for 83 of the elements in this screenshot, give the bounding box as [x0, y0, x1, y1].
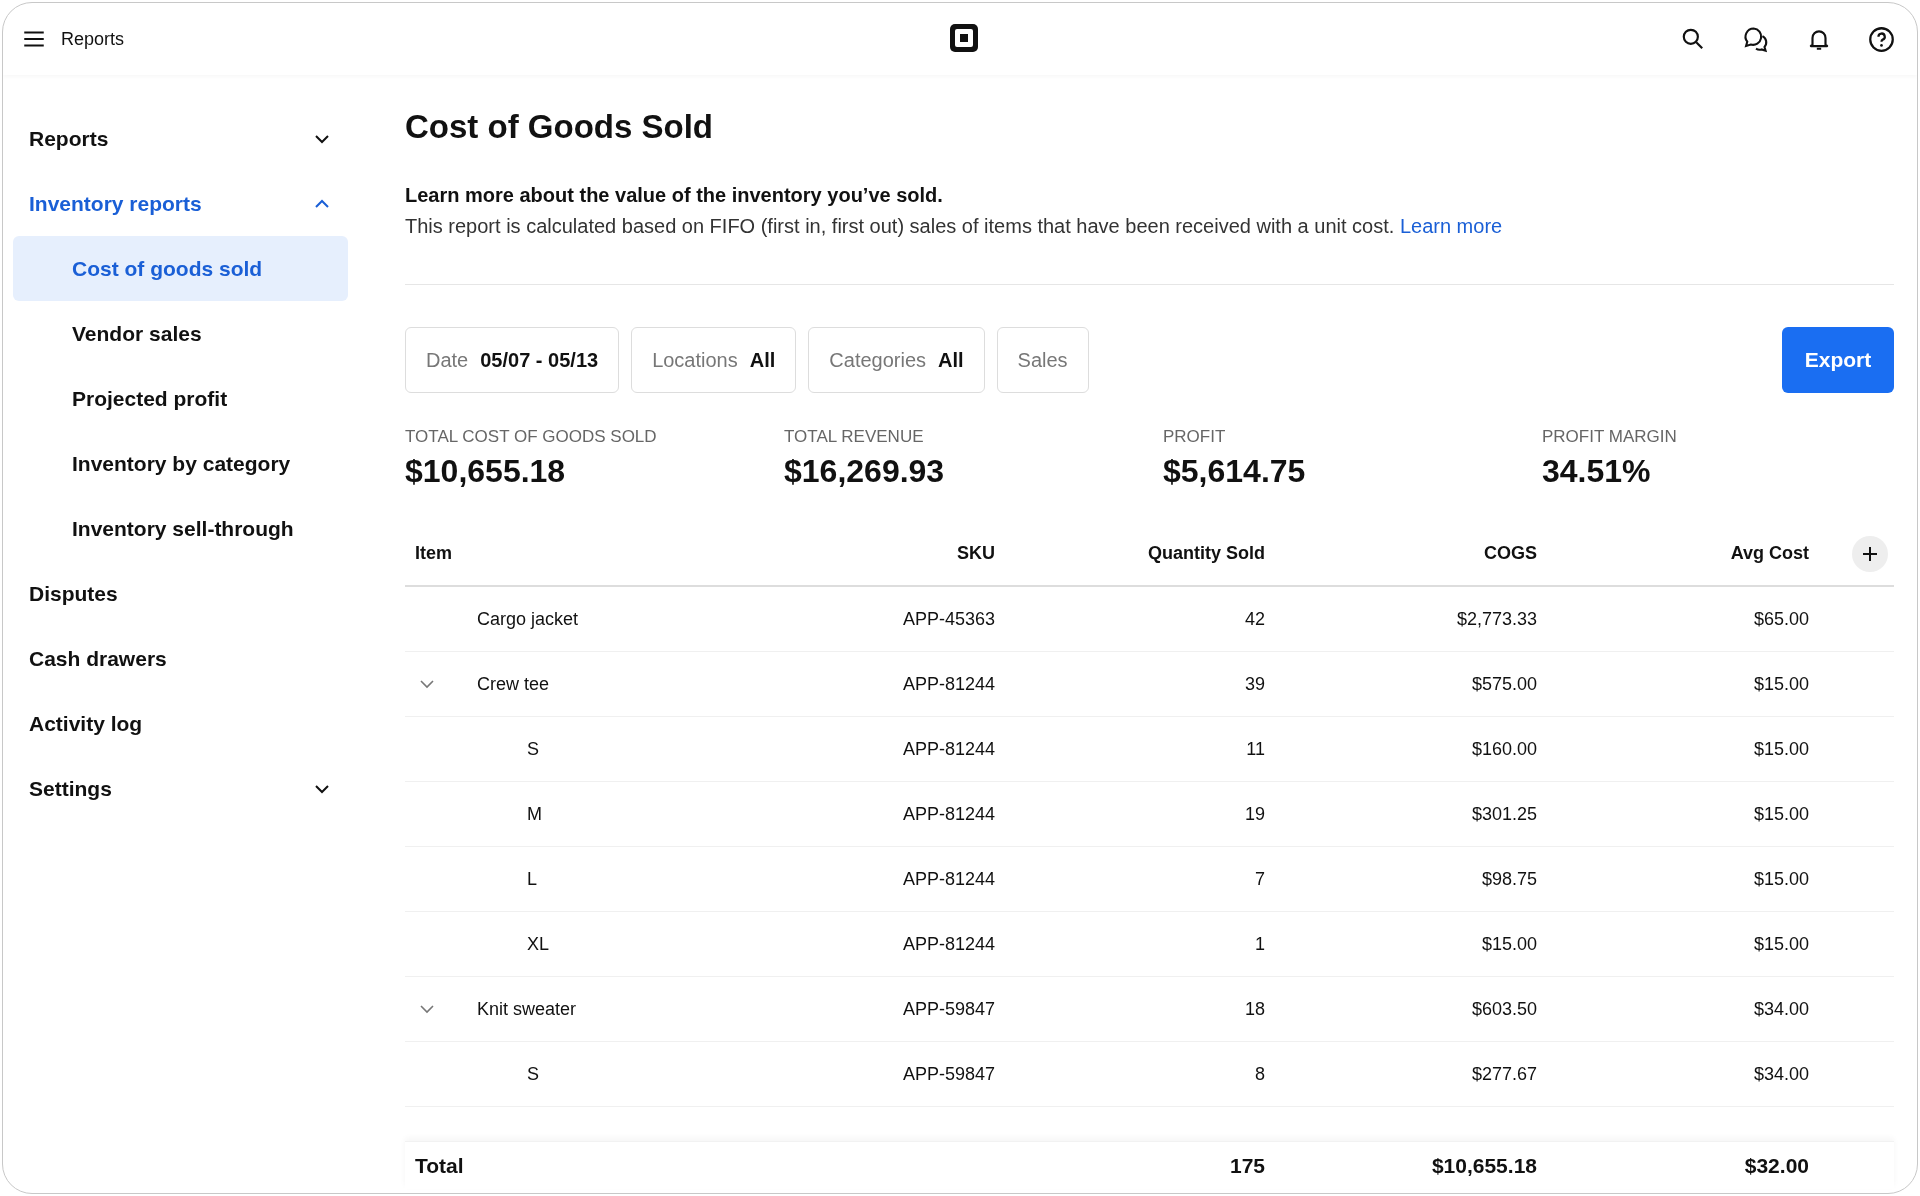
table-cell: $15.00 — [1753, 803, 1809, 824]
table-cell: $2,773.33 — [1456, 608, 1537, 629]
nav-subitem[interactable]: Cost of goods sold — [13, 236, 348, 301]
app-title: Reports — [61, 28, 125, 50]
table-cell: APP-81244 — [902, 738, 995, 759]
nav-item[interactable]: Disputes — [13, 561, 348, 626]
nav-item[interactable]: Inventory reports — [13, 171, 348, 236]
table-cell: 18 — [1244, 998, 1265, 1019]
nav-item[interactable]: Activity log — [13, 691, 348, 756]
table-cell: $15.00 — [1753, 738, 1809, 759]
total-cell: 175 — [1229, 1153, 1265, 1177]
total-label: Total — [415, 1153, 464, 1177]
table-cell: S — [527, 738, 539, 760]
search-icon[interactable] — [1680, 26, 1706, 52]
table-cell: APP-45363 — [902, 608, 995, 629]
table-cell: Cargo jacket — [477, 608, 579, 630]
stat-label: PROFIT MARGIN — [1542, 427, 1678, 447]
table-cell: $15.00 — [1753, 673, 1809, 694]
table-cell: 42 — [1244, 608, 1265, 629]
filter-button[interactable]: Locations All — [631, 327, 797, 393]
table-cell: $98.75 — [1481, 868, 1537, 889]
table-cell: $34.00 — [1753, 1063, 1809, 1084]
table-cell: APP-81244 — [902, 803, 995, 824]
total-cell: $10,655.18 — [1431, 1153, 1537, 1177]
table-cell: M — [527, 803, 542, 825]
table-cell: Knit sweater — [477, 998, 577, 1020]
help-icon[interactable] — [1868, 25, 1895, 53]
stat-value: $16,269.93 — [784, 453, 946, 490]
table-cell: $575.00 — [1471, 673, 1537, 694]
table-cell: APP-81244 — [902, 933, 995, 954]
table-cell: $277.67 — [1471, 1063, 1537, 1084]
intro-text: Learn more about the value of the inventory you’ve sold. — [405, 184, 944, 207]
table-cell: $15.00 — [1481, 933, 1537, 954]
filter-button[interactable]: Categories All — [808, 327, 985, 393]
nav-subitem[interactable]: Inventory by category — [13, 431, 348, 496]
table-cell: $603.50 — [1471, 998, 1537, 1019]
export-button[interactable]: Export — [1782, 327, 1894, 393]
nav-item[interactable]: Reports — [13, 106, 348, 171]
stat-label: PROFIT — [1163, 427, 1227, 447]
column-header: COGS — [1483, 543, 1537, 564]
total-cell: $32.00 — [1744, 1153, 1809, 1177]
table-cell: 7 — [1255, 868, 1265, 889]
table-cell: $34.00 — [1753, 998, 1809, 1019]
column-header: Avg Cost — [1729, 543, 1809, 564]
table-cell: APP-81244 — [902, 868, 995, 889]
table-cell: 11 — [1246, 738, 1265, 759]
page-title: Cost of Goods Sold — [405, 108, 714, 147]
table-cell: $15.00 — [1753, 868, 1809, 889]
column-header: Quantity Sold — [1147, 543, 1265, 564]
add-column-button[interactable] — [1852, 535, 1888, 572]
table-cell: 39 — [1244, 673, 1265, 694]
logo-icon[interactable] — [948, 22, 980, 54]
stat-value: $10,655.18 — [405, 453, 567, 490]
nav-item[interactable]: Cash drawers — [13, 626, 348, 691]
table-cell: $301.25 — [1471, 803, 1537, 824]
chat-icon[interactable] — [1742, 25, 1770, 53]
table-cell: L — [527, 868, 537, 890]
stat-value: $5,614.75 — [1163, 453, 1307, 490]
table-cell: $65.00 — [1753, 608, 1809, 629]
nav-item[interactable]: Settings — [13, 756, 348, 821]
table-cell: 19 — [1244, 803, 1265, 824]
table-cell: S — [527, 1063, 539, 1085]
stat-label: TOTAL COST OF GOODS SOLD — [405, 427, 658, 447]
table-cell: 1 — [1255, 933, 1265, 954]
learn-more-link[interactable]: Learn more — [1399, 215, 1503, 237]
table-cell: APP-59847 — [902, 998, 995, 1019]
filter-button[interactable]: Date 05/07 - 05/13 — [405, 327, 620, 393]
column-header: SKU — [956, 543, 995, 564]
nav-subitem[interactable]: Inventory sell-through — [13, 496, 348, 561]
stat-value: 34.51% — [1542, 453, 1652, 490]
table-cell: XL — [527, 933, 550, 955]
stat-label: TOTAL REVENUE — [784, 427, 925, 447]
description-text: This report is calculated based on FIFO (first in, first out) sales of items that have been received with a unit cost. — [405, 215, 1395, 237]
table-cell: $160.00 — [1471, 738, 1537, 759]
table-cell: APP-59847 — [902, 1063, 995, 1084]
filter-button[interactable]: Sales — [996, 327, 1089, 393]
nav-subitem[interactable]: Projected profit — [13, 366, 348, 431]
column-header: Item — [415, 543, 453, 564]
table-cell: Crew tee — [477, 673, 550, 695]
table-cell: $15.00 — [1753, 933, 1809, 954]
table-cell: APP-81244 — [902, 673, 995, 694]
table-cell: 8 — [1255, 1063, 1265, 1084]
nav-subitem[interactable]: Vendor sales — [13, 301, 348, 366]
